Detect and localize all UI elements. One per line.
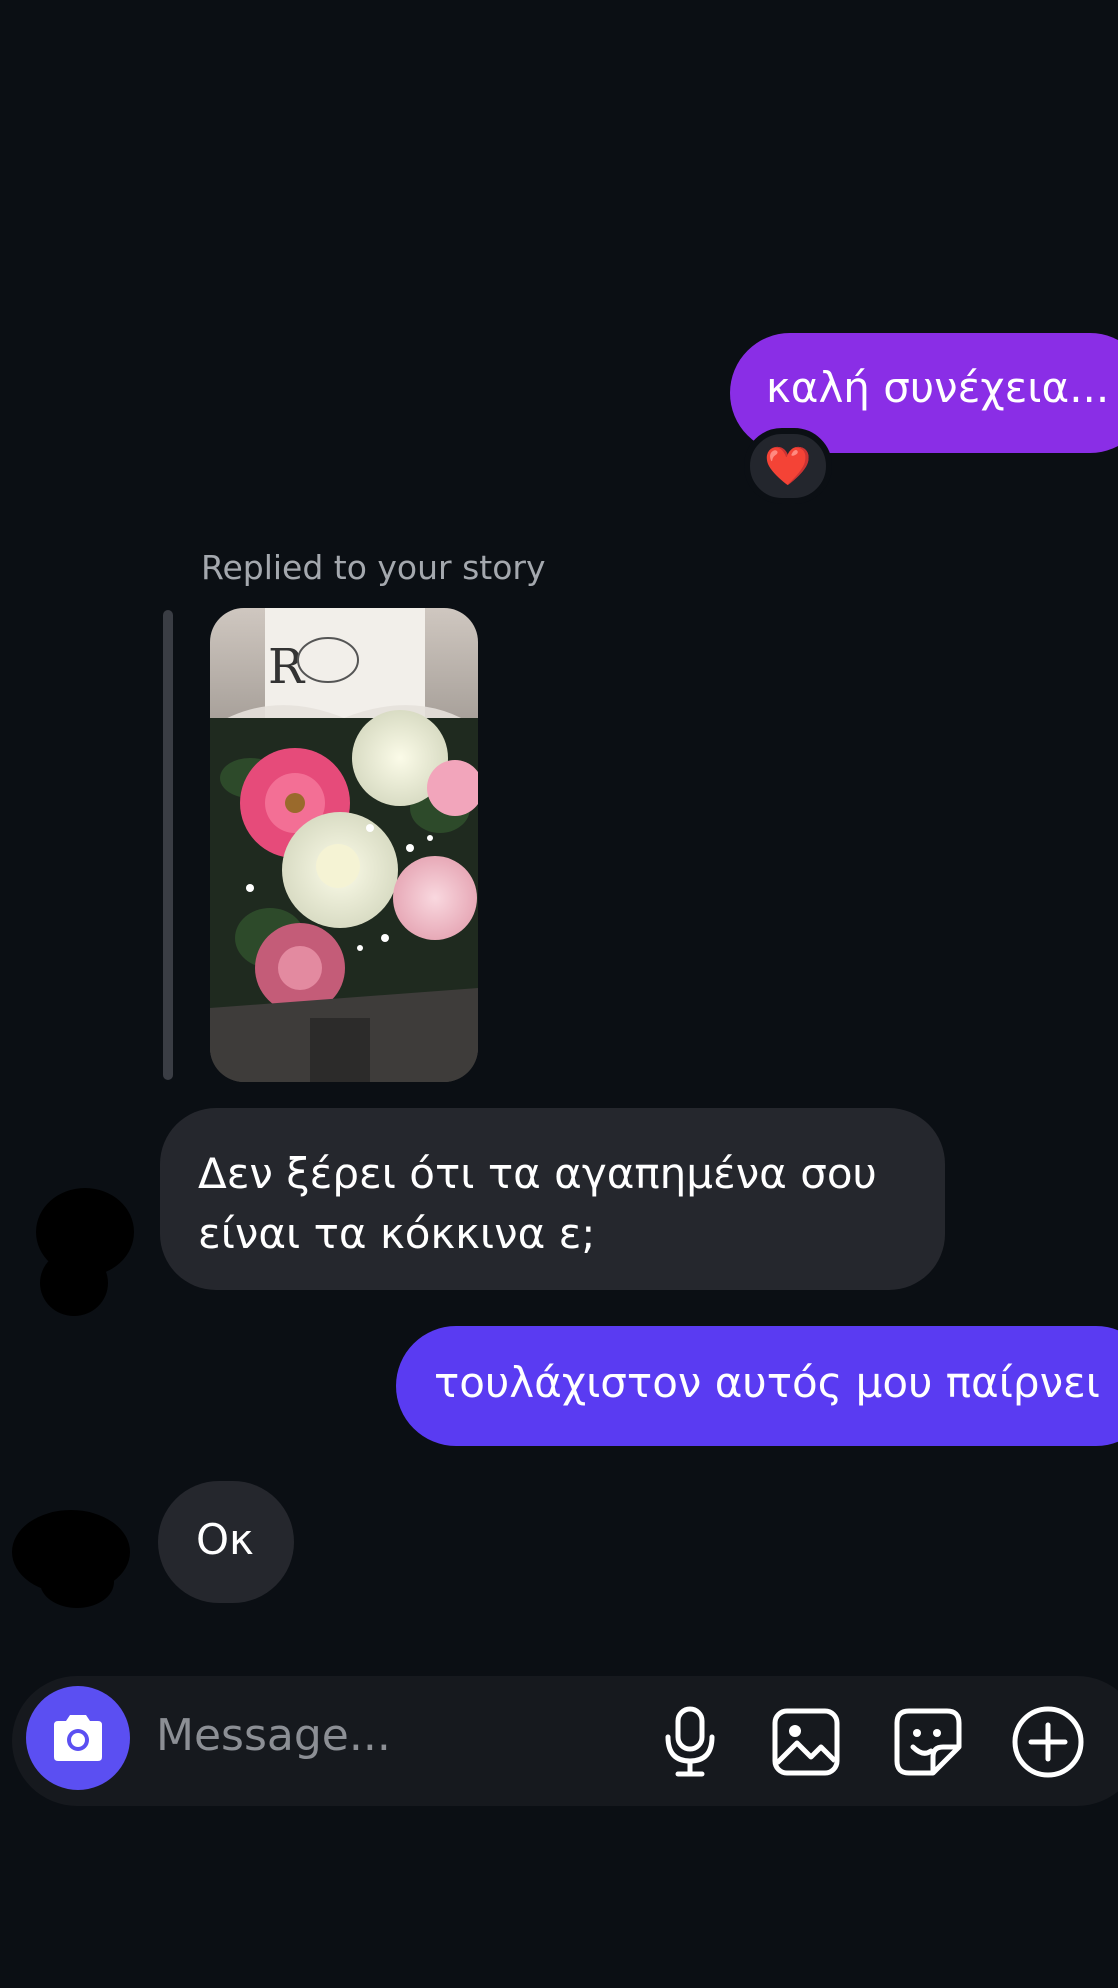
message-text-line-1: Δεν ξέρει ότι τα αγαπημένα σου	[198, 1149, 877, 1198]
plus-icon	[1012, 1706, 1084, 1778]
avatar-shadow	[40, 1556, 114, 1608]
message-text: τουλάχιστον αυτός μου παίρνει	[434, 1358, 1100, 1407]
reply-quote-bar	[163, 610, 173, 1080]
outgoing-message[interactable]: τουλάχιστον αυτός μου παίρνει	[396, 1326, 1118, 1446]
message-text: Οκ	[196, 1515, 254, 1564]
camera-button[interactable]	[26, 1686, 130, 1790]
gallery-icon	[772, 1708, 840, 1776]
incoming-message[interactable]: Δεν ξέρει ότι τα αγαπημένα σου είναι τα …	[160, 1108, 945, 1290]
message-text-line-2: είναι τα κόκκινα ε;	[198, 1209, 596, 1258]
story-reply-label: Replied to your story	[201, 548, 546, 587]
sticker-icon	[894, 1708, 962, 1776]
message-text: καλή συνέχεια...	[766, 363, 1110, 412]
more-options-button[interactable]	[1008, 1702, 1088, 1782]
avatar-shadow	[40, 1250, 108, 1316]
heart-reaction[interactable]: ❤️	[744, 428, 832, 504]
flower-bouquet-image: R	[210, 608, 478, 1082]
microphone-button[interactable]	[650, 1702, 730, 1782]
camera-icon	[54, 1715, 102, 1761]
sticker-button[interactable]	[888, 1702, 968, 1782]
incoming-message[interactable]: Οκ	[158, 1481, 294, 1603]
message-input[interactable]: Message...	[156, 1710, 391, 1761]
gallery-button[interactable]	[766, 1702, 846, 1782]
heart-icon: ❤️	[764, 443, 812, 488]
story-thumbnail[interactable]: R	[210, 608, 478, 1082]
microphone-icon	[665, 1706, 715, 1777]
